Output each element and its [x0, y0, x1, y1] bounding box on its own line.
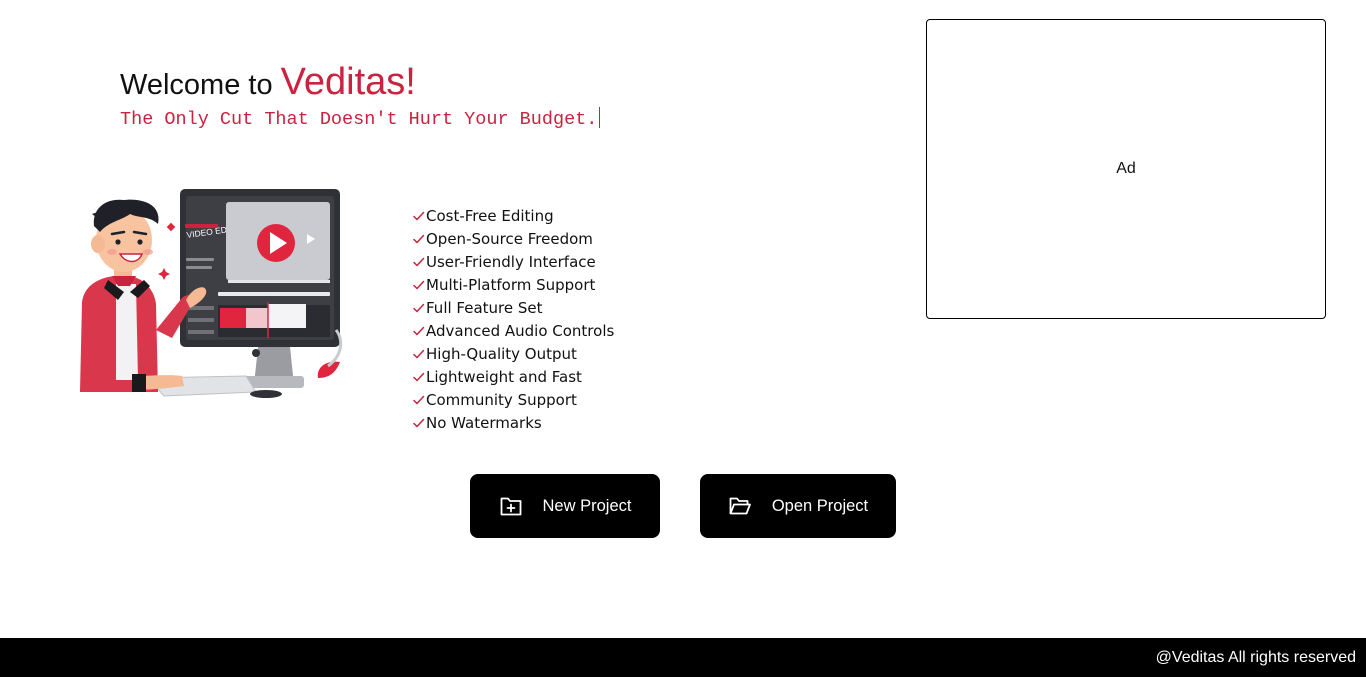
feature-label: Lightweight and Fast — [426, 367, 582, 386]
feature-label: Open-Source Freedom — [426, 229, 593, 248]
brand-name: Veditas! — [280, 61, 416, 103]
feature-label: High-Quality Output — [426, 344, 577, 363]
checkmark-icon — [412, 416, 426, 430]
new-project-button[interactable]: New Project — [470, 474, 660, 538]
checkmark-icon — [412, 370, 426, 384]
feature-label: Community Support — [426, 390, 577, 409]
footer: @Veditas All rights reserved — [0, 638, 1366, 677]
welcome-heading: Welcome to Veditas! — [120, 60, 416, 106]
feature-item: User-Friendly Interface — [412, 250, 614, 273]
ad-placeholder[interactable]: Ad — [926, 19, 1326, 319]
open-project-label: Open Project — [771, 496, 869, 515]
checkmark-icon — [412, 347, 426, 361]
feature-list: Cost-Free Editing Open-Source Freedom User… — [412, 204, 614, 434]
checkmark-icon — [412, 393, 426, 407]
video-editing-illustration: VIDEO EDITING — [78, 180, 350, 402]
checkmark-icon — [412, 324, 426, 338]
feature-label: No Watermarks — [426, 413, 542, 432]
checkmark-icon — [412, 278, 426, 292]
tagline: The Only Cut That Doesn't Hurt Your Budg… — [120, 107, 601, 130]
feature-item: Multi-Platform Support — [412, 273, 614, 296]
tagline-text: The Only Cut That Doesn't Hurt Your Budg… — [120, 109, 598, 130]
feature-label: Multi-Platform Support — [426, 275, 596, 294]
folder-open-icon — [728, 494, 752, 518]
ad-label: Ad — [1116, 159, 1136, 177]
checkmark-icon — [412, 209, 426, 223]
feature-item: Cost-Free Editing — [412, 204, 614, 227]
feature-item: Open-Source Freedom — [412, 227, 614, 250]
checkmark-icon — [412, 232, 426, 246]
open-project-button[interactable]: Open Project — [700, 474, 896, 538]
new-project-label: New Project — [542, 496, 632, 515]
footer-copyright: @Veditas All rights reserved — [1155, 649, 1356, 666]
checkmark-icon — [412, 301, 426, 315]
feature-item: High-Quality Output — [412, 342, 614, 365]
folder-plus-icon — [499, 494, 523, 518]
typing-cursor — [599, 107, 601, 128]
checkmark-icon — [412, 255, 426, 269]
feature-item: No Watermarks — [412, 411, 614, 434]
feature-label: Advanced Audio Controls — [426, 321, 615, 340]
welcome-prefix: Welcome to — [120, 69, 281, 101]
feature-item: Advanced Audio Controls — [412, 319, 614, 342]
page: Welcome to Veditas! The Only Cut That Do… — [0, 0, 1366, 677]
feature-item: Lightweight and Fast — [412, 365, 614, 388]
feature-label: Cost-Free Editing — [426, 206, 554, 225]
feature-item: Community Support — [412, 388, 614, 411]
feature-item: Full Feature Set — [412, 296, 614, 319]
feature-label: User-Friendly Interface — [426, 252, 596, 271]
feature-label: Full Feature Set — [426, 298, 543, 317]
